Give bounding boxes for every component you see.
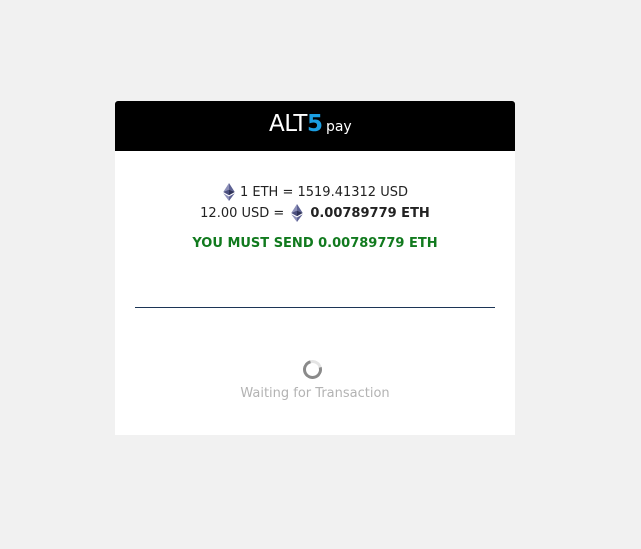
logo-five-text: 5	[306, 111, 323, 137]
converted-amount-line: 12.00 USD = 0.00789779 ETH	[115, 204, 515, 222]
exchange-rate-line: 1 ETH = 1519.41312 USD	[115, 183, 515, 205]
eth-amount-text: 0.00789779 ETH	[310, 205, 430, 221]
card-header: ALT 5 pay	[115, 101, 515, 151]
divider	[135, 307, 495, 308]
logo-alt-text: ALT	[269, 111, 307, 137]
loading-spinner-icon	[299, 356, 326, 383]
ethereum-icon	[223, 183, 235, 201]
payment-card: ALT 5 pay 1 ETH = 1519.41312 USD 12.00 USD…	[115, 101, 515, 435]
logo-pay-text: pay	[325, 119, 352, 135]
ethereum-icon	[291, 204, 304, 222]
alt5pay-logo: ALT 5 pay	[269, 111, 352, 139]
usd-amount-text: 12.00 USD =	[200, 205, 285, 221]
exchange-rate-text: 1 ETH = 1519.41312 USD	[240, 184, 408, 200]
must-send-notice: YOU MUST SEND 0.00789779 ETH	[192, 236, 438, 251]
waiting-status-text: Waiting for Transaction	[240, 386, 390, 401]
